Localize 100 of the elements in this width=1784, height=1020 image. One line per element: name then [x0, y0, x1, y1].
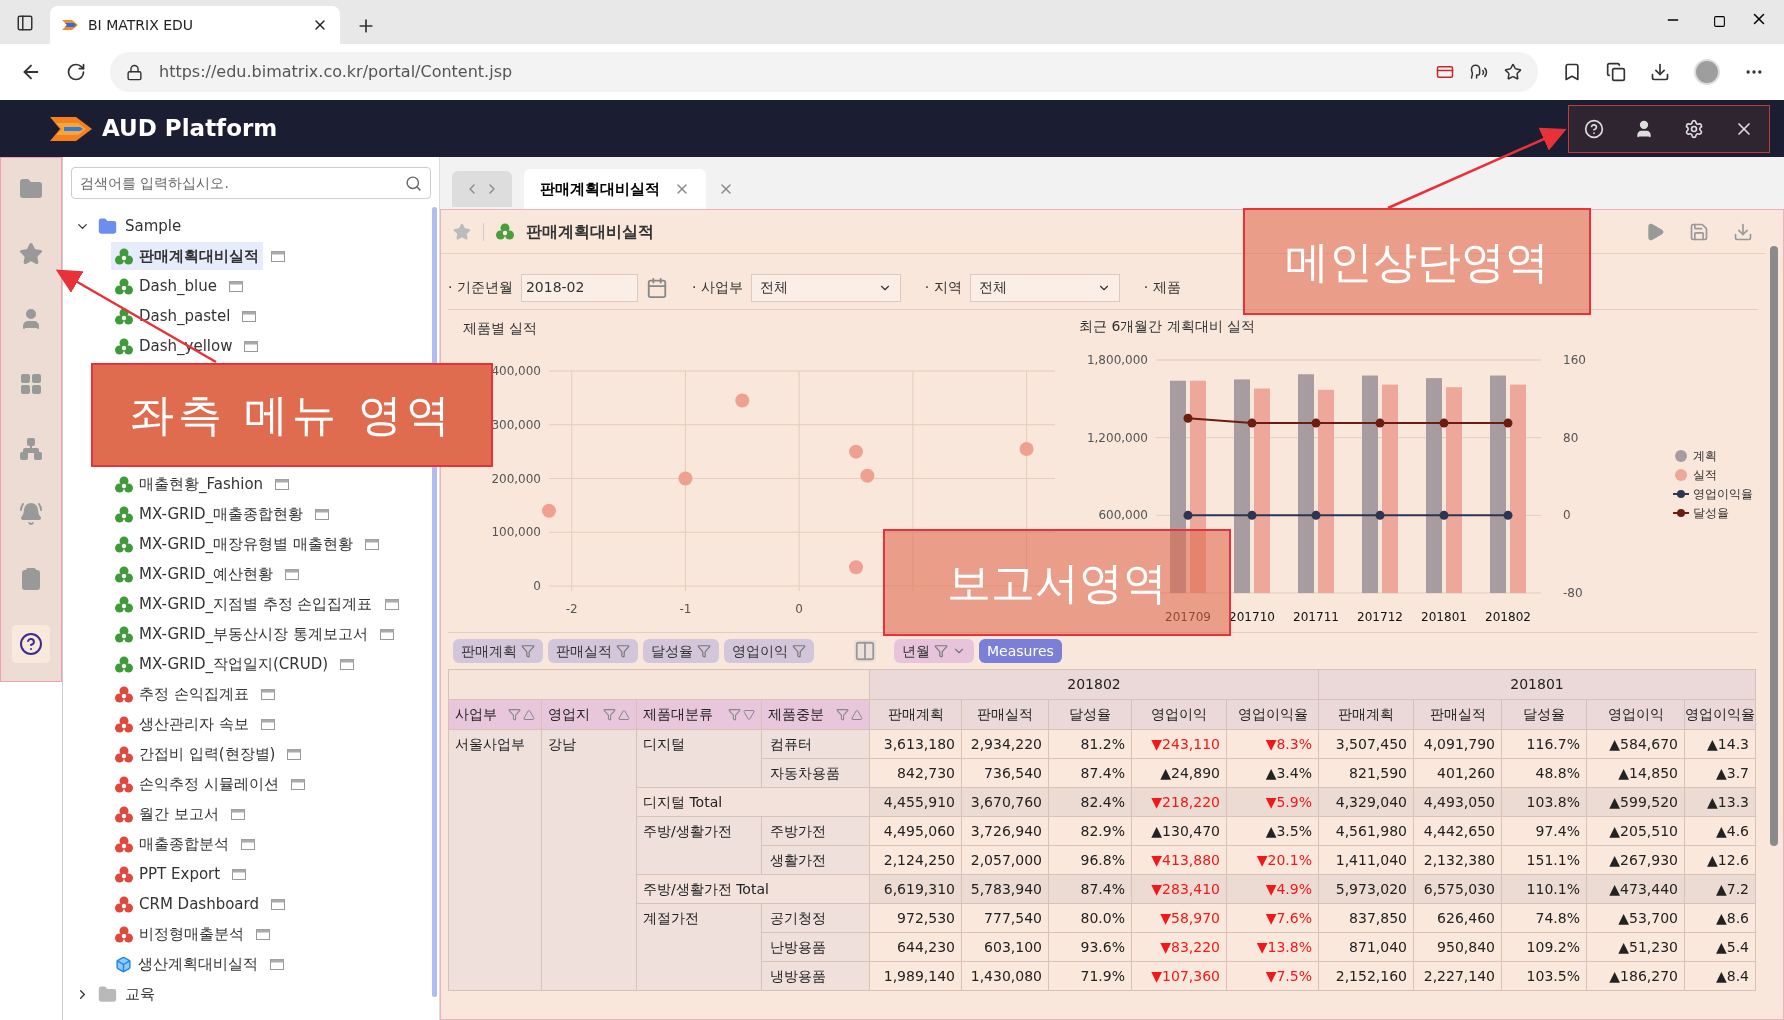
- collections-icon[interactable]: [1606, 62, 1626, 82]
- table-cell: 3,726,940: [961, 816, 1049, 846]
- report-item[interactable]: 손익추정 시뮬레이션: [111, 770, 283, 798]
- table-cell: ▼8.3%: [1226, 729, 1319, 759]
- filter-icon[interactable]: [697, 644, 711, 658]
- table-cell: 주방가전: [761, 816, 870, 846]
- download-icon[interactable]: [1650, 62, 1670, 82]
- report-item[interactable]: Dash_pastel: [111, 302, 235, 330]
- profile-avatar[interactable]: [1694, 59, 1720, 85]
- report-item[interactable]: 월간 보고서: [111, 800, 223, 828]
- table-cell: ▼7.5%: [1226, 961, 1319, 991]
- filter-icon[interactable]: [603, 708, 616, 721]
- axis-label: 201801: [1421, 610, 1467, 624]
- field-chip[interactable]: 달성율: [643, 639, 719, 663]
- dropdown[interactable]: 전체: [969, 273, 1120, 302]
- add-favorite-icon[interactable]: [1504, 63, 1522, 81]
- report-item[interactable]: 매출현황_Fashion: [111, 470, 268, 498]
- field-chip[interactable]: 영업이익: [724, 639, 814, 663]
- table-cell: 4,091,790: [1413, 729, 1502, 759]
- grid-icon[interactable]: [19, 372, 43, 396]
- address-bar[interactable]: https://edu.bimatrix.co.kr/portal/Content.jsp: [110, 52, 1538, 92]
- report-item[interactable]: 추정 손익집계표: [111, 680, 253, 708]
- dimension-header[interactable]: 제품대분류: [636, 699, 762, 730]
- table-cell: ▲24,890: [1131, 758, 1227, 788]
- sort-descending-icon[interactable]: [743, 708, 755, 721]
- filter-icon[interactable]: [792, 644, 806, 658]
- report-item[interactable]: 생산계획대비실적: [111, 950, 262, 978]
- dimension-header[interactable]: 제품중분: [761, 699, 870, 730]
- filter-icon[interactable]: [616, 644, 630, 658]
- search-icon[interactable]: [405, 174, 422, 192]
- report-item[interactable]: 매출종합분석: [111, 830, 233, 858]
- dimension-header[interactable]: 영업지: [541, 699, 637, 730]
- filter-icon[interactable]: [836, 708, 849, 721]
- dimension-header[interactable]: 사업부: [448, 699, 542, 730]
- bell-icon[interactable]: [19, 502, 43, 526]
- axis-label: 200,000: [491, 471, 541, 486]
- app-icon: [115, 835, 133, 853]
- sort-ascending-icon[interactable]: [851, 708, 863, 721]
- report-item[interactable]: 간접비 입력(현장별): [111, 740, 280, 768]
- tab-actions-icon[interactable]: [16, 14, 34, 32]
- report-item[interactable]: MX-GRID_지점별 추정 손입집계표: [111, 590, 377, 618]
- calendar-icon[interactable]: [645, 276, 668, 299]
- folder-icon[interactable]: [19, 177, 43, 201]
- report-item[interactable]: MX-GRID_매장유형별 매출현황: [111, 530, 357, 558]
- settings-icon[interactable]: [1684, 118, 1704, 139]
- favorite-icon[interactable]: [453, 222, 471, 241]
- window-icon: [242, 310, 257, 322]
- report-item[interactable]: MX-GRID_예산현황: [111, 560, 277, 588]
- app-icon: [115, 625, 133, 643]
- filter-icon[interactable]: [521, 644, 535, 658]
- report-item[interactable]: MX-GRID_부동산시장 통계보고서: [111, 620, 372, 648]
- run-icon[interactable]: [1645, 221, 1665, 242]
- sort-ascending-icon[interactable]: [618, 708, 630, 721]
- save-icon[interactable]: [1689, 221, 1709, 242]
- report-item[interactable]: Dash_blue: [111, 272, 221, 300]
- help-icon[interactable]: [19, 632, 43, 656]
- layout-icon[interactable]: [854, 640, 876, 662]
- hierarchy-icon[interactable]: [19, 437, 43, 461]
- field-chip[interactable]: 판매계획: [453, 639, 543, 663]
- user-icon[interactable]: [1634, 118, 1654, 139]
- field-chip[interactable]: 년월: [894, 639, 974, 663]
- axis-label: 80: [1563, 430, 1579, 445]
- folder-label[interactable]: 교육: [125, 982, 155, 1006]
- column-header: 영업이익율: [1684, 699, 1756, 730]
- search-field[interactable]: 검색어를 입력하십시오.: [71, 167, 431, 199]
- report-item[interactable]: 판매계획대비실적: [111, 242, 263, 270]
- filter-icon[interactable]: [934, 644, 948, 658]
- app-icon: [115, 775, 133, 793]
- report-item[interactable]: 생산관리자 속보: [111, 710, 253, 738]
- date-field[interactable]: 2018-02: [520, 273, 638, 302]
- report-item[interactable]: CRM Dashboard: [111, 890, 263, 918]
- filter-icon[interactable]: [508, 708, 521, 721]
- window-icon: [290, 778, 305, 790]
- measures-chip[interactable]: Measures: [979, 639, 1062, 663]
- report-item[interactable]: 비정형매출분석: [111, 920, 248, 948]
- table-cell: 4,561,980: [1318, 816, 1414, 846]
- reload-icon[interactable]: [66, 62, 86, 82]
- report-item[interactable]: MX-GRID_작업일지(CRUD): [111, 650, 333, 678]
- favorites-icon[interactable]: [1562, 62, 1582, 82]
- dropdown[interactable]: 전체: [750, 273, 901, 302]
- sort-ascending-icon[interactable]: [523, 708, 535, 721]
- filter-icon[interactable]: [728, 708, 741, 721]
- table-cell: 주방/생활가전 Total: [636, 874, 870, 904]
- tab-nav-buttons[interactable]: [452, 171, 512, 207]
- report-tab[interactable]: 판매계획대비실적: [524, 169, 706, 209]
- read-aloud-icon[interactable]: [1470, 63, 1488, 81]
- table-cell: ▼413,880: [1131, 845, 1227, 875]
- help-button[interactable]: [12, 625, 50, 663]
- maximize-icon[interactable]: [1713, 15, 1726, 28]
- report-item[interactable]: PPT Export: [111, 860, 225, 888]
- search-input[interactable]: 검색어를 입력하십시오.: [80, 172, 405, 194]
- clipboard-icon[interactable]: [19, 567, 43, 591]
- legend-label: 실적: [1693, 466, 1717, 484]
- field-chip[interactable]: 판매실적: [548, 639, 638, 663]
- report-item[interactable]: MX-GRID_매출종합현황: [111, 500, 307, 528]
- browser-tab[interactable]: BI MATRIX EDU: [50, 6, 340, 44]
- table-cell: 4,495,060: [869, 816, 962, 846]
- table-cell: 디지털: [636, 729, 762, 788]
- folder-label[interactable]: Sample: [125, 214, 182, 238]
- star-icon[interactable]: [19, 242, 43, 266]
